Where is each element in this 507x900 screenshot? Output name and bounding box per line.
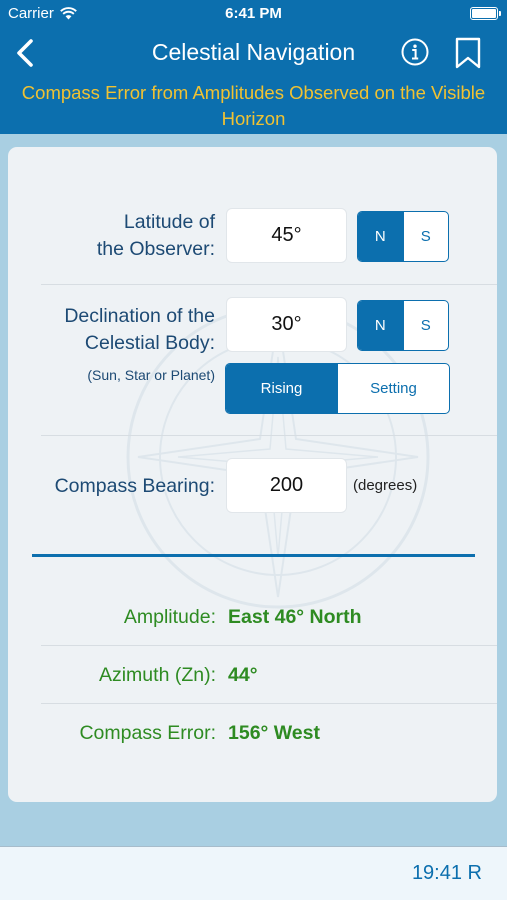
declination-label-line1: Declination of the	[64, 305, 215, 327]
results-divider	[32, 554, 475, 557]
separator	[41, 435, 497, 436]
declination-note: (Sun, Star or Planet)	[87, 367, 215, 383]
declination-north-option[interactable]: N	[358, 301, 403, 350]
separator	[41, 645, 497, 646]
navigation-bar: Celestial Navigation Compass Error from …	[0, 28, 507, 134]
declination-hemisphere-toggle[interactable]: N S	[357, 300, 449, 351]
compass-bearing-input[interactable]: 200	[226, 458, 347, 513]
amplitude-label: Amplitude:	[123, 606, 216, 628]
toolbar-clock[interactable]: 19:41 R	[412, 862, 482, 885]
latitude-north-option[interactable]: N	[358, 212, 403, 261]
status-bar: Carrier 6:41 PM	[0, 0, 507, 28]
bookmark-icon[interactable]	[454, 37, 482, 69]
page-title: Celestial Navigation	[151, 39, 356, 65]
calculator-card: Latitude of the Observer: 45° N S Declin…	[8, 147, 497, 802]
azimuth-label: Azimuth (Zn):	[98, 664, 216, 686]
compass-bearing-units: (degrees)	[353, 477, 418, 494]
separator	[41, 284, 497, 285]
latitude-label: Latitude of the Observer:	[97, 209, 215, 263]
info-icon[interactable]	[401, 38, 429, 66]
declination-label: Declination of the Celestial Body:	[64, 303, 215, 357]
declination-label-line2: Celestial Body:	[84, 332, 215, 354]
separator	[41, 703, 497, 704]
battery-icon	[470, 7, 501, 20]
bottom-toolbar: 19:41 R	[0, 846, 507, 900]
declination-south-option[interactable]: S	[402, 301, 449, 350]
page-subtitle: Compass Error from Amplitudes Observed o…	[21, 82, 486, 129]
compass-bearing-label: Compass Bearing:	[54, 475, 215, 497]
azimuth-value: 44°	[228, 664, 258, 686]
latitude-input[interactable]: 45°	[226, 208, 347, 263]
rising-setting-toggle[interactable]: Rising Setting	[225, 363, 450, 414]
latitude-hemisphere-toggle[interactable]: N S	[357, 211, 449, 262]
latitude-label-line1: Latitude of	[123, 211, 215, 233]
setting-option[interactable]: Setting	[337, 364, 449, 413]
declination-input[interactable]: 30°	[226, 297, 347, 352]
compass-error-value: 156° West	[228, 722, 320, 744]
amplitude-value: East 46° North	[228, 606, 362, 628]
rising-option[interactable]: Rising	[226, 364, 337, 413]
status-time: 6:41 PM	[225, 5, 282, 22]
latitude-south-option[interactable]: S	[402, 212, 449, 261]
compass-error-label: Compass Error:	[79, 722, 216, 744]
latitude-label-line2: the Observer:	[96, 238, 215, 260]
